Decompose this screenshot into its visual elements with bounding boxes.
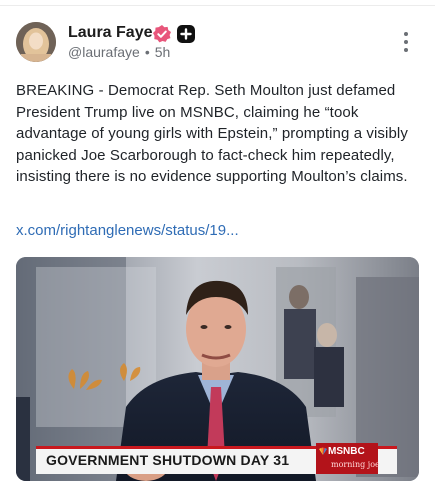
post-media[interactable]: GOVERNMENT SHUTDOWN DAY 31 MSNBC morning… — [16, 257, 419, 481]
author-name[interactable]: Laura Faye — [68, 24, 152, 42]
post-time[interactable]: 5h — [155, 44, 171, 60]
peacock-logo-icon — [319, 447, 327, 455]
post-text: BREAKING - Democrat Rep. Seth Moulton ju… — [16, 82, 408, 185]
author-meta: @laurafaye • 5h — [68, 44, 170, 60]
banner-headline: GOVERNMENT SHUTDOWN DAY 31 — [46, 452, 290, 468]
top-divider — [0, 0, 435, 6]
more-vertical-icon[interactable] — [398, 32, 414, 52]
author-handle[interactable]: @laurafaye — [68, 44, 140, 60]
show-name: morning joe — [331, 460, 380, 469]
plus-badge-icon — [177, 25, 195, 43]
post-card: Laura Faye @laurafaye • 5h BREAKING - De… — [0, 0, 435, 500]
network-name: MSNBC — [328, 446, 365, 457]
avatar[interactable] — [16, 22, 56, 62]
post-link[interactable]: x.com/rightanglenews/status/19... — [16, 222, 239, 239]
verified-badge-icon — [153, 25, 171, 43]
meta-separator: • — [144, 44, 150, 60]
